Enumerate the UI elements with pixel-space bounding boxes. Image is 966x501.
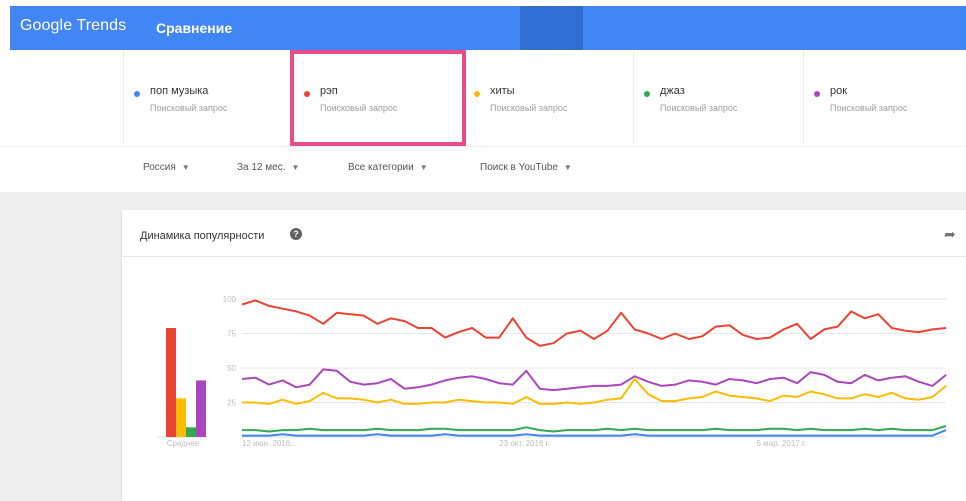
average-bar-джаз	[186, 427, 196, 437]
average-bar-хиты	[176, 398, 186, 437]
region-dropdown[interactable]: Россия ▼	[143, 162, 190, 173]
x-tick-label: 12 июн. 2016...	[242, 439, 297, 448]
term-card-hits[interactable]: хиты Поисковый запрос	[463, 50, 633, 144]
term-type: Поисковый запрос	[150, 103, 228, 113]
term-name: джаз	[660, 85, 685, 97]
highlight-annotation-box	[290, 50, 466, 146]
caret-down-icon: ▼	[563, 163, 572, 172]
interest-over-time-card: Динамика популярности ? ➦ 100 75 50 25 12 ию…	[122, 210, 966, 501]
search-source-dropdown[interactable]: Поиск в YouTube ▼	[480, 162, 572, 173]
series-line-рэп	[241, 299, 947, 347]
category-dropdown[interactable]: Все категории ▼	[348, 162, 428, 173]
term-color-dot	[644, 91, 650, 97]
category-label: Все категории	[348, 162, 414, 173]
average-bar-рэп	[166, 327, 176, 437]
google-trends-logo[interactable]: Google Trends	[20, 17, 126, 35]
average-label: Среднее	[167, 439, 200, 448]
y-tick-label: 50	[227, 364, 236, 373]
term-type: Поисковый запрос	[830, 103, 908, 113]
caret-down-icon: ▼	[419, 163, 428, 172]
term-name: хиты	[490, 85, 515, 97]
caret-down-icon: ▼	[291, 163, 300, 172]
logo-trends-text: Trends	[76, 17, 127, 34]
logo-google-text: Google	[20, 17, 73, 34]
average-bar-рок	[196, 380, 206, 437]
x-tick-label: 5 мар. 2017 г.	[756, 439, 806, 448]
y-tick-label: 75	[227, 330, 236, 339]
y-tick-label: 25	[227, 399, 236, 408]
overlay-blue-rectangle	[520, 6, 583, 50]
term-type: Поисковый запрос	[490, 103, 568, 113]
term-card-rock[interactable]: рок Поисковый запрос	[803, 50, 966, 144]
term-name: рок	[830, 85, 848, 97]
region-label: Россия	[143, 162, 176, 173]
series-line-джаз	[242, 425, 947, 433]
term-name: поп музыка	[150, 85, 209, 97]
x-tick-label: 23 окт. 2016 г.	[499, 439, 550, 448]
series-line-рок	[241, 368, 947, 392]
page-title: Сравнение	[156, 20, 233, 36]
term-card-jazz[interactable]: джаз Поисковый запрос	[633, 50, 803, 144]
top-app-bar: Google Trends Сравнение	[10, 6, 966, 50]
term-color-dot	[134, 91, 140, 97]
period-dropdown[interactable]: За 12 мес. ▼	[237, 162, 299, 173]
caret-down-icon: ▼	[181, 163, 190, 172]
term-type: Поисковый запрос	[660, 103, 738, 113]
y-tick-label: 100	[223, 295, 237, 304]
term-card-pop-music[interactable]: поп музыка Поисковый запрос	[123, 50, 293, 144]
interest-chart: 100 75 50 25 12 июн. 2016... 23 окт. 2016 г. 5…	[158, 295, 947, 448]
term-color-dot	[474, 91, 480, 97]
source-label: Поиск в YouTube	[480, 162, 558, 173]
comparison-terms-bar: поп музыка Поисковый запрос рэп Поисковы…	[0, 50, 966, 144]
period-label: За 12 мес.	[237, 162, 286, 173]
term-color-dot	[814, 91, 820, 97]
filter-bar: Россия ▼ За 12 мес. ▼ Все категории ▼ Поиск…	[0, 146, 966, 191]
